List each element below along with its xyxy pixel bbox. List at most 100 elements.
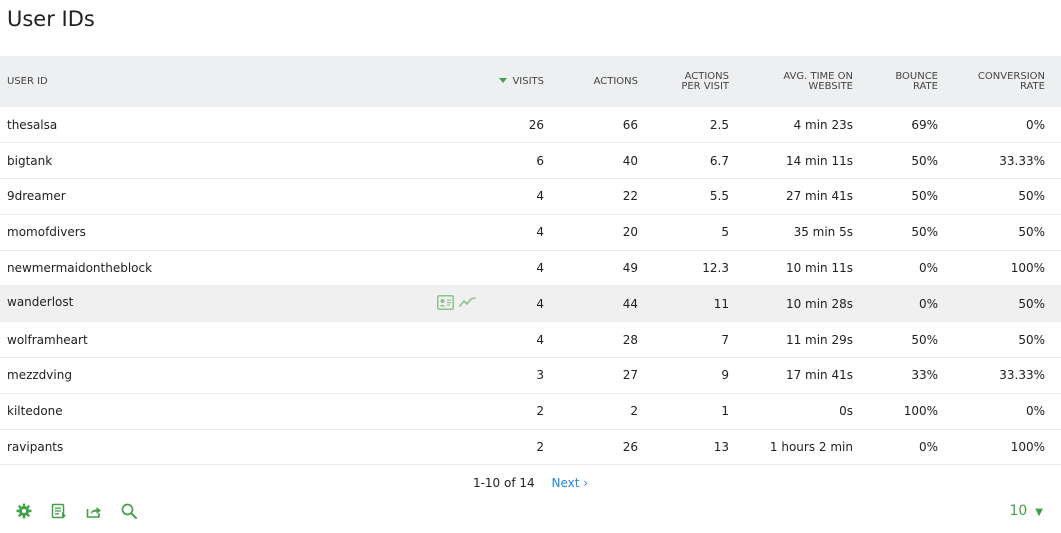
sort-descending-icon (499, 77, 508, 83)
table-footer-icons (15, 502, 137, 519)
column-header-actions-per-visit[interactable]: ACTIONS PER VISIT (639, 56, 730, 107)
cell-user-id: thesalsa (7, 117, 58, 132)
cell-avg-time: 27 min 41s (785, 189, 853, 204)
column-header-label: RATE (1019, 80, 1045, 92)
table-row[interactable]: mezzdving 3 27 9 17 min 41s 33% 33.33% (0, 358, 1061, 394)
cell-user-id: ravipants (7, 440, 64, 455)
column-header-label: ACTIONS (684, 70, 729, 82)
cell-conversion-rate: 0% (1025, 117, 1045, 132)
cell-actions-per-visit: 2.5 (709, 117, 729, 132)
cell-actions-per-visit: 12.3 (702, 261, 729, 276)
cell-user-id: bigtank (7, 153, 53, 168)
table-row[interactable]: kiltedone 2 2 1 0s 100% 0% (0, 393, 1061, 430)
cell-actions-per-visit: 11 (713, 296, 729, 311)
pagination: 1-10 of 14 Next › (0, 476, 1061, 490)
cell-avg-time: 11 min 29s (785, 332, 853, 347)
next-page-link[interactable]: Next › (551, 476, 588, 490)
cell-user-id: wanderlost (0, 286, 483, 322)
column-header-label: WEBSITE (808, 80, 853, 92)
cell-actions-per-visit: 5.5 (709, 189, 729, 204)
cell-bounce-rate: 0% (918, 296, 938, 311)
page-title: User IDs (7, 7, 95, 31)
cell-conversion-rate: 0% (1025, 404, 1045, 419)
column-header-label: CONVERSION (977, 70, 1045, 82)
user-ids-table: USER ID VISITS ACTIONS ACTIONS PER VISIT… (0, 56, 1061, 465)
cell-visits: 4 (536, 189, 544, 204)
cell-user-id: 9dreamer (7, 189, 66, 204)
row-limit-selector[interactable]: 10 ▼ (1009, 503, 1043, 519)
cell-avg-time: 10 min 11s (785, 261, 853, 276)
cell-actions-per-visit: 7 (721, 332, 729, 347)
column-header-visits[interactable]: VISITS (483, 56, 545, 107)
column-header-conversion-rate[interactable]: CONVERSION RATE (938, 56, 1061, 107)
cell-actions: 49 (622, 261, 638, 276)
cell-avg-time: 0s (839, 404, 853, 419)
row-limit-value: 10 (1009, 503, 1028, 519)
cell-visits: 26 (528, 117, 544, 132)
column-header-label: PER VISIT (681, 80, 729, 92)
cell-user-id: wolframheart (7, 332, 88, 347)
cell-actions-per-visit: 13 (713, 440, 729, 455)
cell-conversion-rate: 33.33% (999, 153, 1045, 168)
cell-actions: 40 (622, 153, 638, 168)
cell-conversion-rate: 33.33% (999, 368, 1045, 383)
export-table-icon[interactable] (50, 502, 67, 519)
cell-actions: 26 (622, 440, 638, 455)
cell-bounce-rate: 50% (911, 225, 938, 240)
chevron-down-icon: ▼ (1035, 507, 1043, 518)
cell-actions: 2 (630, 404, 638, 419)
column-header-avg-time[interactable]: AVG. TIME ON WEBSITE (730, 56, 854, 107)
cell-user-id: kiltedone (7, 404, 63, 419)
cell-actions: 44 (622, 296, 638, 311)
table-row[interactable]: bigtank 6 40 6.7 14 min 11s 50% 33.33% (0, 143, 1061, 179)
cell-visits: 4 (536, 261, 544, 276)
cell-conversion-rate: 50% (1018, 225, 1045, 240)
search-icon[interactable] (120, 502, 137, 519)
column-header-label: AVG. TIME ON (783, 70, 853, 82)
column-header-label: BOUNCE (895, 70, 938, 82)
cell-avg-time: 4 min 23s (793, 117, 853, 132)
cell-visits: 4 (536, 332, 544, 347)
cell-actions-per-visit: 5 (721, 225, 729, 240)
column-header-actions[interactable]: ACTIONS (545, 56, 639, 107)
table-row[interactable]: thesalsa 26 66 2.5 4 min 23s 69% 0% (0, 107, 1061, 143)
column-header-label: RATE (912, 80, 938, 92)
cell-actions-per-visit: 1 (721, 404, 729, 419)
cell-visits: 4 (536, 296, 544, 311)
cell-visits: 2 (536, 440, 544, 455)
column-header-user-id[interactable]: USER ID (0, 56, 483, 107)
cell-avg-time: 1 hours 2 min (769, 440, 853, 455)
cell-conversion-rate: 50% (1018, 332, 1045, 347)
gear-icon[interactable] (15, 502, 32, 519)
column-header-label: USER ID (7, 75, 48, 87)
table-row[interactable]: 9dreamer 4 22 5.5 27 min 41s 50% 50% (0, 179, 1061, 215)
cell-user-id: newmermaidontheblock (7, 261, 153, 276)
table-row[interactable]: ravipants 2 26 13 1 hours 2 min 0% 100% (0, 429, 1061, 465)
cell-actions-per-visit: 9 (721, 368, 729, 383)
cell-visits: 6 (536, 153, 544, 168)
table-row[interactable]: wolframheart 4 28 7 11 min 29s 50% 50% (0, 322, 1061, 358)
cell-conversion-rate: 100% (1010, 261, 1045, 276)
column-header-label: VISITS (512, 75, 544, 87)
visitor-profile-icon[interactable] (437, 294, 454, 313)
cell-user-id: momofdivers (7, 225, 86, 240)
cell-visits: 2 (536, 404, 544, 419)
table-row[interactable]: newmermaidontheblock 4 49 12.3 10 min 11… (0, 250, 1061, 286)
table-row[interactable]: momofdivers 4 20 5 35 min 5s 50% 50% (0, 214, 1061, 251)
export-icon[interactable] (85, 502, 102, 519)
cell-actions: 28 (622, 332, 638, 347)
cell-avg-time: 14 min 11s (785, 153, 853, 168)
table-row-hovered[interactable]: wanderlost 4 44 11 10 min 28s 0% 50% (0, 285, 1061, 322)
cell-bounce-rate: 50% (911, 189, 938, 204)
cell-conversion-rate: 50% (1018, 189, 1045, 204)
cell-visits: 4 (536, 225, 544, 240)
cell-avg-time: 17 min 41s (785, 368, 853, 383)
cell-conversion-rate: 100% (1010, 440, 1045, 455)
row-evolution-icon[interactable] (459, 296, 476, 311)
column-header-bounce-rate[interactable]: BOUNCE RATE (854, 56, 938, 107)
cell-bounce-rate: 0% (918, 261, 938, 276)
cell-visits: 3 (536, 368, 544, 383)
cell-actions: 27 (622, 368, 638, 383)
column-header-label: ACTIONS (593, 75, 638, 87)
cell-bounce-rate: 100% (903, 404, 938, 419)
